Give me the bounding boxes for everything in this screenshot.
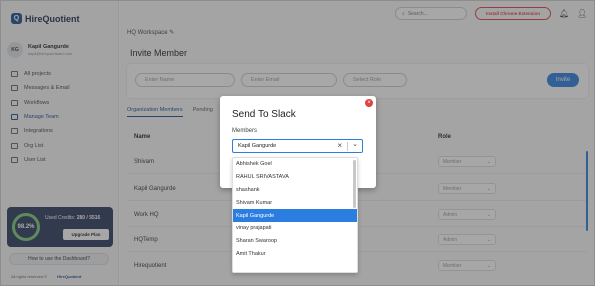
modal-title: Send To Slack bbox=[232, 109, 296, 120]
dropdown-option[interactable]: Abhishek Goel bbox=[233, 158, 357, 171]
dropdown-option[interactable]: Sharan Swaroop bbox=[233, 235, 357, 248]
dropdown-option[interactable]: RAHUL SRIVASTAVA bbox=[233, 171, 357, 184]
members-label: Members bbox=[232, 128, 258, 134]
dropdown-option[interactable]: Shivam Kumar bbox=[233, 196, 357, 209]
close-icon[interactable]: × bbox=[365, 99, 373, 107]
members-selected-value: Kapil Gangurde bbox=[238, 143, 277, 149]
dropdown-option[interactable]: shashank bbox=[233, 184, 357, 197]
members-dropdown-list: Abhishek Goel RAHUL SRIVASTAVA shashank … bbox=[232, 157, 358, 273]
members-select[interactable]: Kapil Gangurde × ⌄ bbox=[232, 139, 363, 153]
select-separator bbox=[347, 142, 348, 151]
clear-icon[interactable]: × bbox=[337, 141, 342, 150]
dropdown-option[interactable]: Amit Thakur bbox=[233, 248, 357, 261]
dropdown-option[interactable]: vinay prajapati bbox=[233, 222, 357, 235]
dropdown-scrollbar[interactable] bbox=[353, 160, 356, 208]
chevron-down-icon[interactable]: ⌄ bbox=[352, 140, 358, 148]
dropdown-option-selected[interactable]: Kapil Gangurde bbox=[233, 209, 357, 222]
